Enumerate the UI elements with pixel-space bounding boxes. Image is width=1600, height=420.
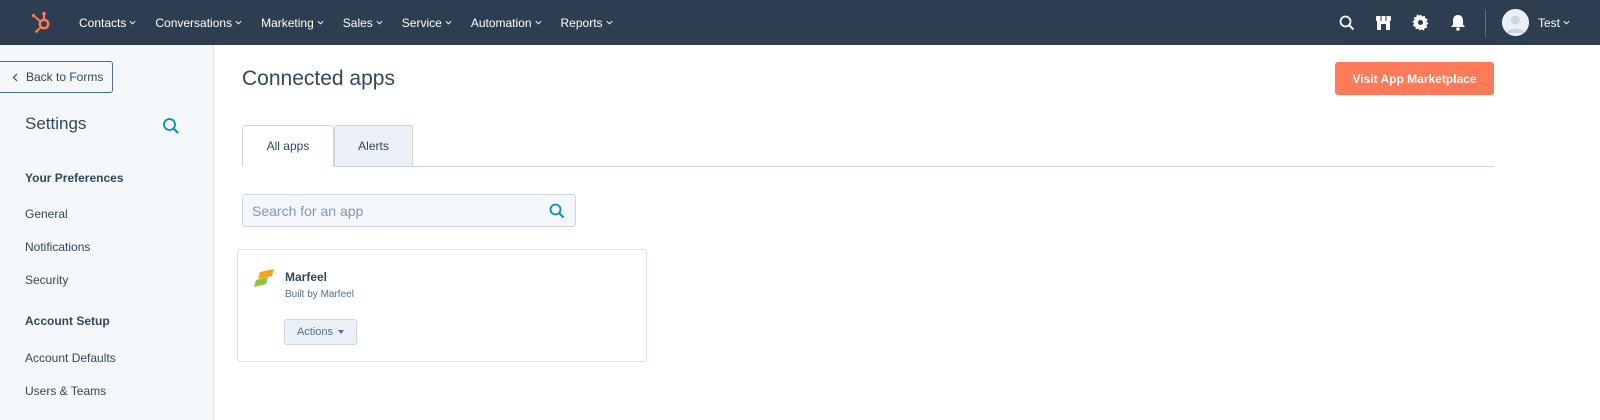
nav-service[interactable]: Service bbox=[402, 16, 452, 30]
user-name: Test bbox=[1537, 15, 1560, 30]
nav-sales-label: Sales bbox=[342, 15, 373, 30]
search-input[interactable] bbox=[243, 195, 533, 226]
search-icon[interactable] bbox=[549, 203, 565, 219]
sidebar-item-notifications[interactable]: Notifications bbox=[25, 240, 90, 254]
app-name: Marfeel bbox=[285, 270, 328, 284]
sidebar-item-account-defaults[interactable]: Account Defaults bbox=[25, 351, 116, 365]
page-title: Connected apps bbox=[242, 67, 395, 90]
chevron-down-icon bbox=[535, 20, 542, 25]
app-author: Built by Marfeel bbox=[285, 289, 354, 300]
search-icon[interactable] bbox=[1338, 14, 1356, 32]
nav-automation-label: Automation bbox=[470, 15, 532, 30]
section-your-preferences: Your Preferences bbox=[25, 171, 124, 185]
nav-reports[interactable]: Reports bbox=[561, 16, 613, 30]
nav-marketing-label: Marketing bbox=[261, 15, 314, 30]
section-account-setup: Account Setup bbox=[25, 314, 110, 328]
visit-app-marketplace-button[interactable]: Visit App Marketplace bbox=[1335, 62, 1494, 95]
back-to-forms-label: Back to Forms bbox=[26, 70, 104, 84]
sidebar-item-general[interactable]: General bbox=[25, 207, 68, 221]
sidebar-item-security[interactable]: Security bbox=[25, 273, 68, 287]
nav-contacts-label: Contacts bbox=[79, 15, 127, 30]
nav-reports-label: Reports bbox=[560, 15, 603, 30]
chevron-down-icon bbox=[129, 20, 136, 25]
chevron-left-icon bbox=[12, 73, 18, 81]
actions-dropdown-button[interactable]: Actions bbox=[284, 319, 357, 345]
nav-marketing[interactable]: Marketing bbox=[261, 16, 324, 30]
chevron-down-icon bbox=[445, 20, 452, 25]
nav-divider bbox=[1484, 8, 1486, 37]
tab-all-apps[interactable]: All apps bbox=[242, 125, 334, 167]
nav-sales[interactable]: Sales bbox=[343, 16, 383, 30]
back-to-forms-button[interactable]: Back to Forms bbox=[0, 61, 113, 93]
bell-icon[interactable] bbox=[1449, 14, 1467, 32]
gear-icon[interactable] bbox=[1412, 14, 1430, 32]
marfeel-logo-icon bbox=[254, 268, 276, 288]
sidebar-item-users-teams[interactable]: Users & Teams bbox=[25, 384, 106, 398]
chevron-down-icon bbox=[376, 20, 383, 25]
caret-down-icon bbox=[338, 330, 345, 334]
app-card: Marfeel Built by Marfeel Actions bbox=[237, 249, 647, 362]
sidebar-title: Settings bbox=[25, 114, 87, 133]
user-menu[interactable]: Test bbox=[1538, 16, 1570, 30]
top-navigation: Contacts Conversations Marketing Sales S… bbox=[0, 0, 1600, 45]
tab-alerts[interactable]: Alerts bbox=[334, 125, 413, 167]
nav-automation[interactable]: Automation bbox=[471, 16, 542, 30]
app-search bbox=[242, 194, 576, 227]
hubspot-logo-icon[interactable] bbox=[30, 10, 54, 34]
search-icon[interactable] bbox=[162, 117, 180, 135]
nav-contacts[interactable]: Contacts bbox=[79, 16, 136, 30]
actions-label: Actions bbox=[296, 326, 334, 338]
marketplace-icon[interactable] bbox=[1375, 14, 1393, 32]
settings-sidebar: Back to Forms Settings Your Preferences … bbox=[0, 45, 214, 420]
nav-conversations[interactable]: Conversations bbox=[155, 16, 242, 30]
chevron-down-icon bbox=[317, 20, 324, 25]
nav-service-label: Service bbox=[401, 15, 442, 30]
chevron-down-icon bbox=[1563, 20, 1570, 25]
chevron-down-icon bbox=[606, 20, 613, 25]
chevron-down-icon bbox=[235, 20, 242, 25]
nav-conversations-label: Conversations bbox=[155, 15, 233, 30]
avatar[interactable] bbox=[1501, 9, 1529, 36]
tabs-divider bbox=[242, 166, 1494, 167]
